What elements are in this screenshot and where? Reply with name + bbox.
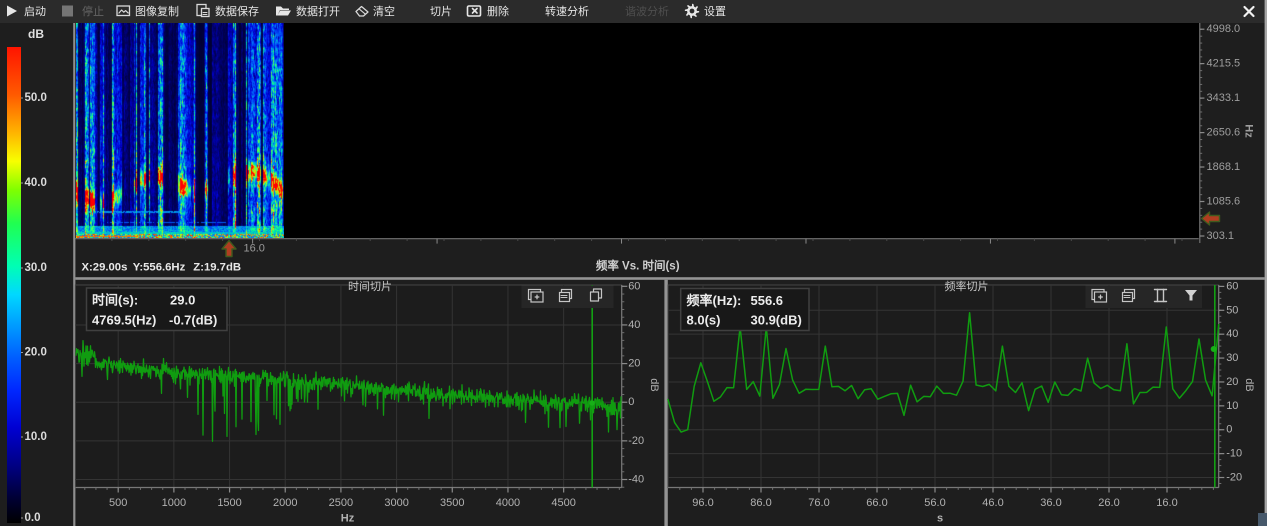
svg-text:46.0: 46.0: [982, 497, 1003, 509]
svg-text:29.0: 29.0: [170, 293, 195, 308]
svg-text:4215.5: 4215.5: [1207, 58, 1241, 70]
svg-text:3000: 3000: [384, 497, 408, 509]
svg-text:4000: 4000: [496, 497, 520, 509]
svg-text:76.0: 76.0: [808, 497, 829, 509]
svg-text:Hz: Hz: [341, 513, 355, 525]
svg-text:时间切片: 时间切片: [348, 280, 392, 293]
svg-text:2650.6: 2650.6: [1207, 127, 1241, 139]
svg-text:dB: dB: [1243, 378, 1255, 391]
svg-text:停止: 停止: [82, 4, 104, 18]
svg-text:启动: 启动: [24, 5, 46, 18]
svg-text:4769.5(Hz): 4769.5(Hz): [92, 312, 156, 327]
svg-text:26.0: 26.0: [1098, 497, 1119, 509]
svg-text:30: 30: [1226, 352, 1238, 364]
svg-text:清空: 清空: [373, 4, 395, 18]
svg-text:10.0: 10.0: [25, 431, 47, 443]
svg-text:频率切片: 频率切片: [945, 279, 989, 293]
svg-text:556.6: 556.6: [751, 293, 784, 308]
svg-text:2500: 2500: [329, 497, 353, 509]
svg-text:4998.0: 4998.0: [1207, 23, 1241, 35]
svg-text:30.9(dB): 30.9(dB): [751, 313, 802, 328]
svg-text:1868.1: 1868.1: [1207, 161, 1241, 173]
svg-text:40: 40: [1226, 328, 1238, 340]
svg-text:500: 500: [109, 497, 127, 509]
svg-text:X:29.00s: X:29.00s: [82, 261, 128, 273]
svg-text:0: 0: [628, 396, 634, 408]
svg-text:1000: 1000: [162, 497, 186, 509]
svg-text:10: 10: [1226, 400, 1238, 412]
svg-text:Z:19.7dB: Z:19.7dB: [193, 261, 241, 273]
svg-text:1500: 1500: [217, 497, 241, 509]
svg-text:频率 Vs. 时间(s): 频率 Vs. 时间(s): [596, 259, 680, 273]
svg-text:50.0: 50.0: [25, 92, 47, 104]
svg-text:-0.7(dB): -0.7(dB): [169, 312, 217, 327]
svg-text:时间(s):: 时间(s):: [92, 293, 138, 308]
svg-text:4500: 4500: [551, 497, 575, 509]
svg-text:-10: -10: [1226, 448, 1242, 460]
svg-text:数据保存: 数据保存: [215, 4, 259, 18]
svg-text:-20: -20: [1226, 472, 1242, 484]
svg-text:60: 60: [628, 280, 640, 292]
svg-text:60: 60: [1226, 280, 1238, 292]
svg-text:dB: dB: [648, 378, 660, 391]
svg-text:谐波分析: 谐波分析: [625, 4, 669, 18]
svg-text:2000: 2000: [273, 497, 297, 509]
svg-text:1085.6: 1085.6: [1207, 196, 1241, 208]
svg-text:8.0(s): 8.0(s): [687, 313, 721, 328]
svg-text:Hz: Hz: [1243, 124, 1255, 138]
svg-text:86.0: 86.0: [750, 497, 771, 509]
svg-text:16.0: 16.0: [1156, 497, 1177, 509]
svg-text:s: s: [937, 513, 943, 525]
svg-text:设置: 设置: [704, 5, 726, 18]
svg-text:16.0: 16.0: [244, 242, 265, 254]
svg-text:30.0: 30.0: [25, 262, 47, 274]
svg-text:3433.1: 3433.1: [1207, 92, 1241, 104]
svg-text:303.1: 303.1: [1207, 230, 1235, 242]
svg-text:Y:556.6Hz: Y:556.6Hz: [133, 261, 186, 273]
svg-text:20.0: 20.0: [25, 347, 47, 359]
svg-text:20: 20: [628, 358, 640, 370]
svg-text:删除: 删除: [487, 4, 509, 18]
svg-text:频率(Hz):: 频率(Hz):: [687, 293, 742, 308]
svg-text:50: 50: [1226, 304, 1238, 316]
svg-text:0: 0: [1226, 424, 1232, 436]
svg-text:dB: dB: [28, 27, 44, 41]
svg-text:0.0: 0.0: [25, 512, 41, 524]
svg-text:40: 40: [628, 319, 640, 331]
svg-text:96.0: 96.0: [692, 497, 713, 509]
svg-text:切片: 切片: [430, 5, 452, 18]
svg-text:-20: -20: [628, 435, 644, 447]
svg-text:-40: -40: [628, 474, 644, 486]
svg-text:56.0: 56.0: [924, 497, 945, 509]
svg-text:40.0: 40.0: [25, 177, 47, 189]
svg-text:转速分析: 转速分析: [545, 4, 589, 18]
svg-text:数据打开: 数据打开: [296, 4, 340, 18]
svg-text:66.0: 66.0: [866, 497, 887, 509]
svg-text:20: 20: [1226, 376, 1238, 388]
svg-text:3500: 3500: [440, 497, 464, 509]
svg-text:36.0: 36.0: [1040, 497, 1061, 509]
svg-text:图像复制: 图像复制: [135, 4, 179, 18]
